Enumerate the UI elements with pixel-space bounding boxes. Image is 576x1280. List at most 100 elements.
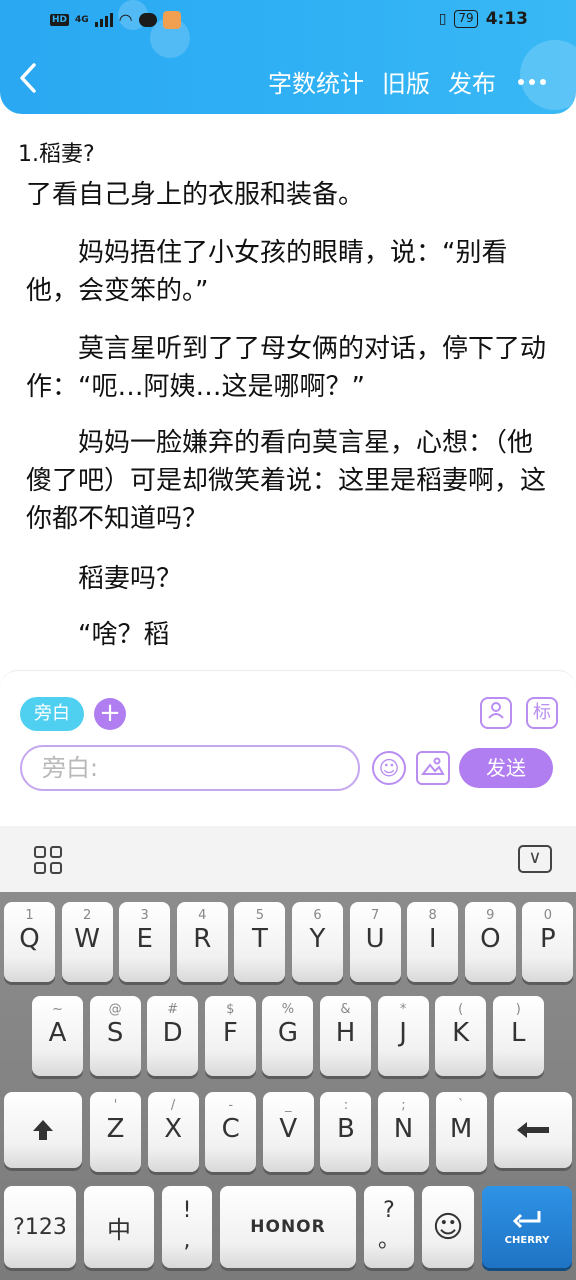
emoji-key[interactable]: ☺ <box>422 1186 474 1268</box>
word-count-button[interactable]: 字数统计 <box>268 64 364 99</box>
key-f[interactable]: $ F <box>204 996 256 1076</box>
character-card-icon[interactable] <box>480 697 512 729</box>
key-d[interactable]: # D <box>147 996 199 1076</box>
backspace-key[interactable] <box>494 1092 572 1168</box>
key-secondary-label: % <box>281 1002 295 1017</box>
key-t[interactable]: 5T <box>234 902 286 982</box>
key-secondary-label: : <box>343 1098 349 1113</box>
key-z[interactable]: ' Z <box>90 1092 141 1172</box>
role-chip[interactable]: 旁白 <box>20 697 84 731</box>
enter-icon <box>512 1210 541 1228</box>
key-secondary-label: 0 <box>543 908 553 923</box>
key-i[interactable]: 8I <box>407 902 459 982</box>
key-secondary-label: ; <box>401 1098 406 1113</box>
key-h[interactable]: & H <box>320 996 371 1076</box>
key-g[interactable]: % G <box>262 996 314 1076</box>
punct-top: ! <box>182 1198 192 1223</box>
punctuation-key[interactable]: ! , <box>162 1186 212 1268</box>
punct-top: ? <box>383 1198 395 1223</box>
key-primary-label: U <box>365 924 385 954</box>
key-secondary-label: & <box>340 1002 351 1017</box>
key-primary-label: H <box>335 1018 356 1048</box>
chapter-title: 1.稻妻? <box>18 142 95 167</box>
key-q[interactable]: 1Q <box>4 902 55 982</box>
key-secondary-label: _ <box>285 1098 292 1113</box>
old-version-button[interactable]: 旧版 <box>382 64 430 99</box>
shift-key[interactable] <box>4 1092 82 1168</box>
publish-button[interactable]: 发布 <box>448 64 496 99</box>
key-primary-label: E <box>136 924 153 954</box>
key-y[interactable]: 6Y <box>292 902 343 982</box>
key-primary-label: W <box>74 924 100 954</box>
key-primary-label: Z <box>106 1114 125 1144</box>
space-brand-label: HONOR <box>250 1217 326 1237</box>
key-p[interactable]: 0P <box>522 902 574 982</box>
tag-button[interactable]: 标 <box>526 697 558 729</box>
keyboard: 1Q2W3E4R5T6Y7U8I9O0P ~ A @ S # D $ F% G & H * J(K) L … <box>0 892 576 1280</box>
grid-icon[interactable] <box>34 846 62 874</box>
key-primary-label: C <box>221 1114 240 1144</box>
key-e[interactable]: 3E <box>119 902 171 982</box>
key-primary-label: S <box>106 1018 124 1048</box>
image-icon[interactable] <box>416 751 450 785</box>
message-input[interactable]: 旁白: <box>20 745 360 791</box>
key-secondary-label: - <box>228 1098 234 1113</box>
key-j[interactable]: * J <box>377 996 429 1076</box>
punct-bottom: , <box>183 1228 191 1253</box>
keyboard-toolbar: ∨ <box>0 826 576 892</box>
key-primary-label: L <box>511 1018 526 1048</box>
key-b[interactable]: :B <box>320 1092 372 1172</box>
key-primary-label: D <box>162 1018 183 1048</box>
key-c[interactable]: -C <box>205 1092 257 1172</box>
key-l[interactable]: ) L <box>492 996 544 1076</box>
plus-icon[interactable]: + <box>94 698 126 730</box>
key-n[interactable]: ; N <box>378 1092 429 1172</box>
key-secondary-label: 4 <box>198 908 207 923</box>
paragraph: 妈妈捂住了小女孩的眼睛，说：“别看他，会变笨的。” <box>26 238 508 306</box>
key-x[interactable]: / X <box>147 1092 199 1172</box>
key-primary-label: O <box>480 924 501 954</box>
more-icon[interactable] <box>518 78 546 85</box>
app-header: HD 4G ◠ ▯ 79 4:13 字数统计 旧版 发布 <box>0 0 576 114</box>
space-key[interactable]: HONOR <box>220 1186 356 1268</box>
key-primary-label: J <box>399 1018 407 1048</box>
key-a[interactable]: ~ A <box>32 996 83 1076</box>
key-o[interactable]: 9O <box>464 902 516 982</box>
key-k[interactable]: (K <box>435 996 487 1076</box>
key-v[interactable]: _ V <box>262 1092 314 1172</box>
key-u[interactable]: 7U <box>349 902 401 982</box>
editor-content[interactable]: 1.稻妻? 了看自己身上的衣服和装备。 妈妈捂住了小女孩的眼睛，说：“别看他，会… <box>0 114 576 670</box>
key-primary-label: V <box>279 1114 298 1144</box>
key-secondary-label: 2 <box>82 908 92 923</box>
symbols-key[interactable]: ?123 <box>4 1186 76 1268</box>
key-primary-label: P <box>540 924 556 954</box>
paragraph: 稻妻吗？ <box>26 564 183 594</box>
key-primary-label: Q <box>19 924 40 954</box>
key-secondary-label: ( <box>458 1002 464 1017</box>
vibrate-icon: ▯ <box>438 11 447 27</box>
key-w[interactable]: 2W <box>61 902 113 982</box>
network-type: 4G <box>75 14 89 25</box>
wifi-icon: ◠ <box>118 10 133 29</box>
enter-brand-label: CHERRY <box>504 1234 550 1246</box>
key-secondary-label: # <box>167 1002 179 1017</box>
enter-key[interactable]: CHERRY <box>482 1186 572 1268</box>
battery-icon: 79 <box>454 10 478 28</box>
key-secondary-label: 3 <box>140 908 149 923</box>
punct-bottom: 。 <box>377 1228 400 1253</box>
back-button[interactable] <box>18 62 48 102</box>
key-s[interactable]: @ S <box>89 996 141 1076</box>
key-primary-label: R <box>193 924 212 954</box>
key-r[interactable]: 4R <box>176 902 228 982</box>
collapse-keyboard-icon[interactable]: ∨ <box>518 845 552 873</box>
language-key[interactable]: 中 <box>84 1186 154 1268</box>
smiley-icon[interactable]: ☺ <box>372 751 406 785</box>
send-button[interactable]: 发送 <box>459 748 553 788</box>
key-primary-label: G <box>277 1018 298 1048</box>
punctuation-key-2[interactable]: ? 。 <box>364 1186 414 1268</box>
key-secondary-label: ' <box>113 1098 118 1113</box>
key-secondary-label: ) <box>515 1002 521 1017</box>
key-m[interactable]: ` M <box>435 1092 487 1172</box>
key-secondary-label: 1 <box>25 908 34 923</box>
key-secondary-label: 8 <box>428 908 437 923</box>
